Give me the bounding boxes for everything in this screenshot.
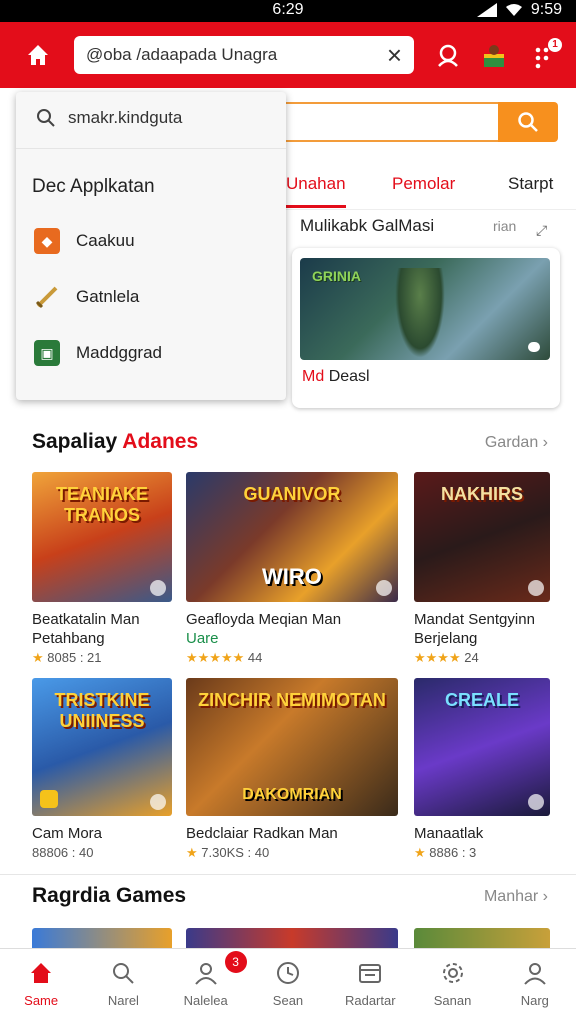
game-thumbnail: NAKHIRS	[414, 472, 550, 602]
game-card[interactable]: NAKHIRS Mandat Sentgyinn Berjelang ★★★★ …	[414, 472, 550, 666]
clear-search-button[interactable]: ×	[387, 42, 402, 68]
bottom-navigation: Same Narel 3 Nalelea Sean Radartar Sanan	[0, 948, 576, 1024]
nav-item-sanan[interactable]: Sanan	[411, 949, 493, 1024]
dropdown-item[interactable]: ▣ Maddggrad	[34, 340, 162, 366]
chevron-right-icon: ›	[542, 888, 548, 905]
search-suggestions-dropdown: smakr.kindguta Dec Applkatan ◆ Caakuu Ga…	[16, 92, 286, 400]
status-bar: 6:29 9:59	[0, 0, 576, 22]
dropdown-item[interactable]: ◆ Caakuu	[34, 228, 135, 254]
bell-icon	[438, 44, 458, 67]
gift-button[interactable]	[478, 40, 510, 72]
game-card[interactable]: GUANIVOR WIRO Geafloyda Meqian Man Uare …	[186, 472, 398, 666]
game-icon: ▣	[34, 340, 60, 366]
tab-pemolar[interactable]: Pemolar	[392, 174, 455, 194]
game-card[interactable]: TEANIAKE TRANOS Beatkatalin Man Petahban…	[32, 472, 172, 666]
game-thumbnail[interactable]	[32, 928, 172, 948]
home-button[interactable]	[18, 36, 58, 74]
status-icons: 9:59	[476, 1, 562, 19]
game-card[interactable]: ZINCHIR NEMIMOTAN DAKOMRIAN Bedclaiar Ra…	[186, 678, 398, 861]
game-title: Bedclaiar Radkan Man	[186, 825, 338, 842]
search-input[interactable]: @oba /adaapada Unagra	[86, 45, 387, 65]
sword-icon	[34, 284, 60, 310]
game-rating: ★ 7.30KS : 40	[186, 845, 270, 860]
featured-image: GRINIA	[300, 258, 550, 360]
game-title: Cam Mora	[32, 825, 103, 842]
search-icon	[109, 959, 137, 987]
nav-item-narg[interactable]: Narg	[494, 949, 576, 1024]
search-bar[interactable]: @oba /adaapada Unagra ×	[74, 36, 414, 74]
featured-title: Md Deasl	[302, 368, 370, 385]
featured-logo: GRINIA	[312, 268, 361, 284]
nav-item-nalelea[interactable]: 3 Nalelea	[165, 949, 247, 1024]
featured-card[interactable]: GRINIA Md Deasl	[292, 248, 560, 408]
nav-item-same[interactable]: Same	[0, 949, 82, 1024]
app-icon: ◆	[34, 228, 60, 254]
nav-item-sean[interactable]: Sean	[247, 949, 329, 1024]
game-title: Manaatlak	[414, 825, 484, 842]
game-thumbnail: TRISTKINE UNIINESS	[32, 678, 172, 816]
app-header: @oba /adaapada Unagra × 1	[0, 22, 576, 88]
dropdown-divider	[16, 148, 286, 149]
section-divider	[0, 874, 576, 875]
profile-icon	[192, 959, 220, 987]
game-rating: ★ 8886 : 3	[414, 845, 477, 860]
wifi-icon	[505, 4, 522, 16]
section-title: Sapaliay Adanes	[32, 430, 199, 453]
secondary-search-button[interactable]	[498, 102, 558, 142]
calendar-icon	[356, 959, 384, 987]
nav-item-radartar[interactable]: Radartar	[329, 949, 411, 1024]
status-right-time: 9:59	[530, 1, 562, 18]
gift-icon	[484, 45, 504, 67]
game-title: Beatkatalin Man Petahbang	[32, 611, 140, 647]
category-tabs: Unahan Pemolar Starpt	[286, 160, 576, 210]
signal-icon	[476, 3, 497, 17]
chevron-right-icon: ›	[542, 434, 548, 451]
search-icon	[37, 109, 55, 127]
clock-icon	[274, 959, 302, 987]
secondary-search-input[interactable]	[270, 102, 500, 142]
game-thumbnail: TEANIAKE TRANOS	[32, 472, 172, 602]
game-card[interactable]: CREALE Manaatlak ★ 8886 : 3	[414, 678, 550, 861]
game-thumbnail[interactable]	[414, 928, 550, 948]
game-card[interactable]: TRISTKINE UNIINESS Cam Mora 88806 : 40	[32, 678, 172, 860]
dropdown-search-row[interactable]: smakr.kindguta	[36, 108, 182, 128]
game-rating: ★ 8085 : 21	[32, 650, 102, 665]
home-icon	[28, 45, 48, 65]
nav-item-narel[interactable]: Narel	[82, 949, 164, 1024]
section-more-link[interactable]: Gardan ›	[485, 434, 548, 452]
game-title: Geafloyda Meqian Man Uare	[186, 611, 342, 647]
section-title: Ragrdia Games	[32, 884, 187, 907]
dropdown-heading: Dec Applkatan	[32, 176, 155, 197]
expand-icon[interactable]: ⤢	[536, 222, 547, 239]
featured-heading: Mulikabk GalMasi	[300, 216, 435, 235]
game-rating: ★★★★★ 44	[186, 650, 263, 665]
game-rating: 88806 : 40	[32, 845, 94, 860]
game-rating: ★★★★ 24	[414, 650, 479, 665]
home-icon	[27, 959, 55, 987]
user-icon	[521, 959, 549, 987]
dropdown-search-text: smakr.kindguta	[68, 108, 183, 127]
game-thumbnail: GUANIVOR WIRO	[186, 472, 398, 602]
game-thumbnail: ZINCHIR NEMIMOTAN DAKOMRIAN	[186, 678, 398, 816]
search-icon	[518, 112, 538, 132]
section-more-link[interactable]: Manhar ›	[484, 888, 548, 906]
nav-badge: 3	[224, 951, 247, 973]
game-thumbnail[interactable]	[186, 928, 398, 948]
dropdown-item[interactable]: Gatnlela	[34, 284, 139, 310]
game-thumbnail: CREALE	[414, 678, 550, 816]
tab-starpt[interactable]: Starpt	[508, 174, 553, 194]
settings-icon	[439, 959, 467, 987]
alert-button[interactable]	[432, 40, 464, 72]
more-badge: 1	[548, 38, 562, 52]
game-title: Mandat Sentgyinn Berjelang	[414, 611, 535, 647]
tab-unahan[interactable]: Unahan	[286, 174, 346, 208]
more-button[interactable]: 1	[526, 38, 562, 72]
featured-sub: rian	[493, 218, 517, 234]
featured-indicator	[528, 342, 540, 352]
